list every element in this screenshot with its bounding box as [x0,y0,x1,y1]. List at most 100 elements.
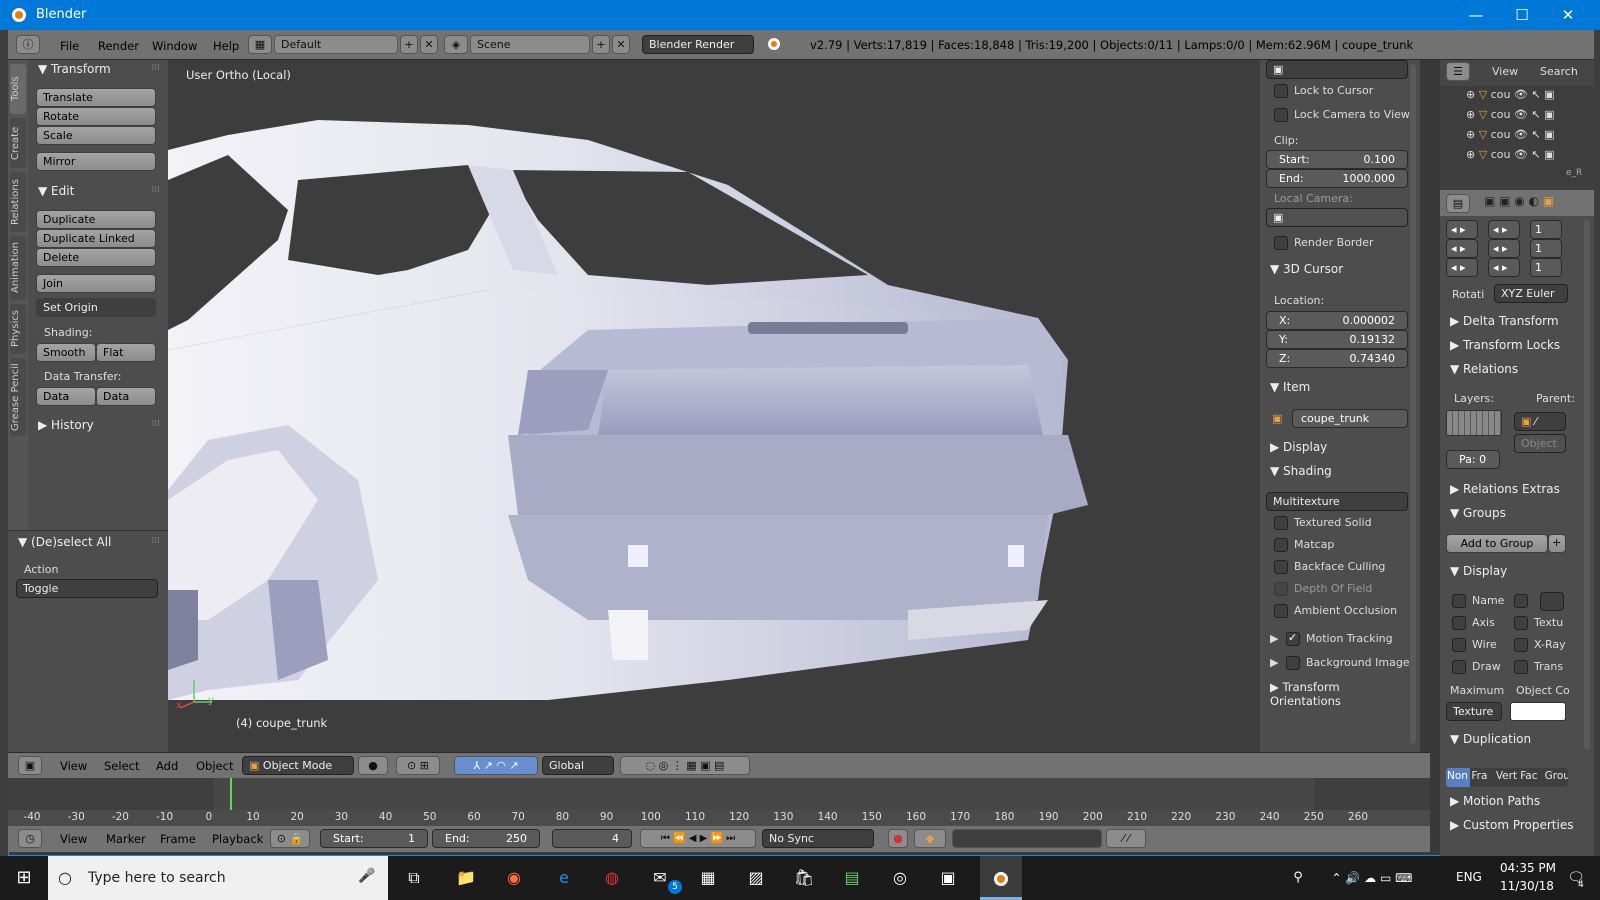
lock-camera-checkbox[interactable] [1274,108,1288,122]
bounds-type-select[interactable] [1540,592,1564,611]
relations-extras-header[interactable]: ▶ Relations Extras [1440,480,1590,500]
photos-icon[interactable]: ▨ [742,864,770,892]
record-icon[interactable]: ● [888,829,908,848]
step-field[interactable]: ◂ ▸ [1446,239,1478,258]
end-frame-field[interactable]: End: 250 [432,829,540,848]
textured-solid-checkbox[interactable] [1274,516,1288,530]
calculator-icon[interactable]: ▦ [694,864,722,892]
viewport-menu-select[interactable]: Select [104,759,139,773]
sync-mode-select[interactable]: No Sync [762,829,874,848]
maximize-button[interactable]: ☐ [1499,0,1545,30]
step-field[interactable]: ◂ ▸ [1488,239,1520,258]
local-camera-field[interactable]: ▣ [1266,208,1408,227]
screen-layout-icon[interactable]: ▦ [248,35,272,54]
viewport-shading-icon[interactable]: ● [358,756,388,775]
object-color-swatch[interactable] [1510,702,1566,721]
motion-tracking-checkbox[interactable] [1286,631,1300,646]
rotate-button[interactable]: Rotate [36,107,156,126]
rotation-mode-select[interactable]: XYZ Euler [1494,284,1568,303]
timeline[interactable]: -40 -30 -20 -10 0 10 20 30 40 50 60 70 80 90 100 110 120… [8,778,1430,826]
duplication-header[interactable]: ▼ Duplication [1440,730,1590,750]
motion-tracking-expand-icon[interactable]: ▶ [1270,632,1278,645]
set-origin-select[interactable]: Set Origin [36,298,156,317]
settings-app-icon[interactable]: ◎ [886,864,914,892]
layers-grid[interactable] [1446,410,1502,436]
depth-of-field-checkbox[interactable] [1274,582,1288,596]
edit-panel-header[interactable]: ▼ Edit ⁞⁞⁞ [28,182,168,202]
properties-scrollbar[interactable] [1584,220,1590,750]
tab-relations[interactable]: Relations [10,172,26,232]
3d-cursor-panel-header[interactable]: ▼ 3D Cursor [1260,260,1410,280]
custom-properties-header[interactable]: ▶ Custom Properties [1440,816,1590,836]
step-field[interactable]: 1 [1530,258,1562,277]
pass-index-field[interactable]: Pa: 0 [1446,450,1500,469]
tab-tools[interactable]: Tools [10,64,26,114]
backface-culling-checkbox[interactable] [1274,560,1288,574]
outliner-editor-type-icon[interactable]: ☰ [1446,62,1470,81]
timeline-editor-type-icon[interactable]: ◷ [18,829,42,848]
step-field[interactable]: ◂ ▸ [1488,258,1520,277]
transform-orientations-header[interactable]: ▶ Transform Orientations [1260,678,1410,708]
current-frame-marker[interactable] [230,778,232,810]
start-frame-field[interactable]: Start: 1 [320,829,428,848]
current-frame-field[interactable]: 4 [552,829,632,848]
add-scene-icon[interactable]: + [592,35,610,54]
keying-set-icon[interactable]: ◆ [914,829,946,848]
render-border-checkbox[interactable] [1274,236,1288,250]
display-trans-checkbox[interactable] [1514,660,1528,674]
dup-faces-button[interactable]: Fac [1519,768,1544,787]
viewport-menu-view[interactable]: View [60,759,87,773]
file-explorer-icon[interactable]: 📁 [452,864,480,892]
clip-end-field[interactable]: End: 1000.000 [1266,169,1408,188]
outliner-row[interactable]: ⊕ ▽ cou 👁 ↖ ▣ [1466,108,1586,126]
system-tray-icons[interactable]: ⌃ 🔊 ☁ ▭ ⌨ [1322,864,1422,892]
npanel-scrollbar[interactable] [1410,64,1416,744]
3d-viewport[interactable]: User Ortho (Local) x y (4) coupe_trunk [168,60,1260,752]
menu-render[interactable]: Render [98,39,139,53]
insert-keyframe-icons[interactable]: ⁄ ⁄ [1106,829,1146,848]
display-name-checkbox[interactable] [1452,594,1466,608]
display-xray-checkbox[interactable] [1514,638,1528,652]
delete-button[interactable]: Delete [36,248,156,267]
parent-field[interactable]: ▣ ⁄ [1514,412,1566,431]
clip-start-field[interactable]: Start: 0.100 [1266,150,1408,169]
active-keying-set-field[interactable] [952,829,1102,848]
add-group-icon[interactable]: + [1548,534,1566,553]
join-button[interactable]: Join [36,274,156,293]
remove-scene-icon[interactable]: ✕ [612,35,630,54]
max-draw-type-select[interactable]: Texture [1446,702,1502,721]
action-select[interactable]: Toggle [16,579,158,598]
item-name-field[interactable]: coupe_trunk [1292,409,1408,428]
clock-date[interactable]: 11/30/18 [1500,879,1554,893]
lock-object-field[interactable]: ▣ [1266,60,1408,79]
ambient-occlusion-checkbox[interactable] [1274,604,1288,618]
pivot-icon[interactable]: ⊙ ⊞ [396,756,440,775]
delta-transform-header[interactable]: ▶ Delta Transform [1440,312,1590,332]
chrome-icon[interactable]: ◍ [598,864,626,892]
scene-field[interactable]: Scene [470,35,590,54]
smooth-button[interactable]: Smooth [36,343,96,362]
context-tabs[interactable]: ▣ ▣ ◉ ◐ ▣ [1484,194,1590,208]
preview-range-icons[interactable]: ⊙ 🔒 [270,829,310,848]
edge-icon[interactable]: e [550,864,578,892]
dup-none-button[interactable]: Non [1446,768,1471,787]
manipulator-icons[interactable]: ⅄ ↗ ◠ ↗ [454,756,538,775]
transform-locks-header[interactable]: ▶ Transform Locks [1440,336,1590,356]
display-texture-checkbox[interactable] [1514,616,1528,630]
render-engine-select[interactable]: Blender Render [642,35,754,54]
shading-mode-select[interactable]: Multitexture [1266,492,1408,511]
cursor-z-field[interactable]: Z: 0.74340 [1266,349,1408,368]
timeline-menu-marker[interactable]: Marker [106,832,146,846]
people-icon[interactable]: ⚲ [1284,864,1312,892]
language-indicator[interactable]: ENG [1456,870,1482,884]
item-panel-header[interactable]: ▼ Item [1260,378,1410,398]
outliner-row[interactable]: ⊕ ▽ cou 👁 ↖ ▣ [1466,88,1586,106]
data-layout-button[interactable]: Data Layo [96,387,156,406]
matcap-checkbox[interactable] [1274,538,1288,552]
car-model[interactable] [168,60,1260,752]
groups-header[interactable]: ▼ Groups [1440,504,1590,524]
mirror-button[interactable]: Mirror [36,152,156,171]
remove-layout-icon[interactable]: ✕ [420,35,438,54]
outliner-row[interactable]: ⊕ ▽ cou 👁 ↖ ▣ [1466,148,1586,166]
store-icon[interactable]: 🛍 [790,864,818,892]
